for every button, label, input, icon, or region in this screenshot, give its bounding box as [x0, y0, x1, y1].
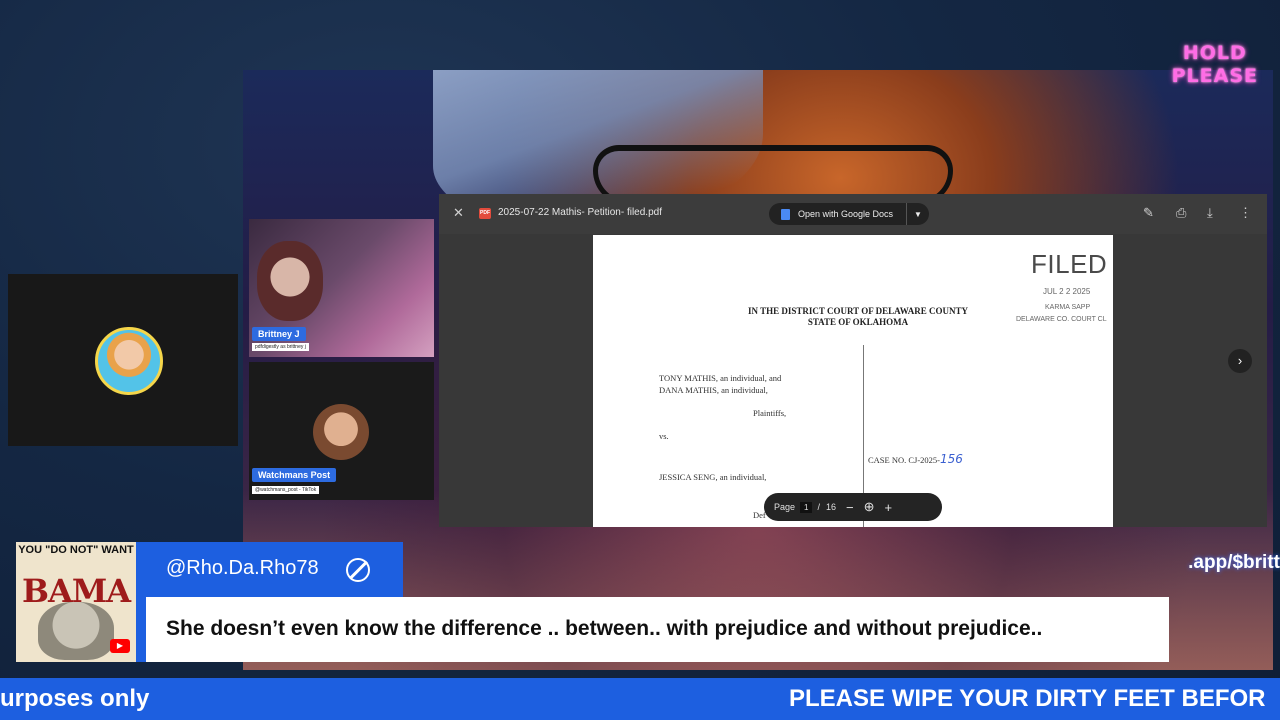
close-icon[interactable]: ✕: [453, 205, 464, 221]
pdf-toolbar: ✕ PDF 2025-07-22 Mathis- Petition- filed…: [439, 194, 1267, 234]
pdf-viewer: ✕ PDF 2025-07-22 Mathis- Petition- filed…: [439, 194, 1267, 527]
pdf-page: FILED JUL 2 2 2025 KARMA SAPP DELAWARE C…: [593, 235, 1113, 527]
chevron-right-icon: ›: [1237, 353, 1243, 368]
page-controls: Page 1 / 16 − ⊕ +: [764, 493, 942, 521]
host-camera-tile: [8, 274, 238, 446]
case-number-label: CASE NO. CJ-2025-: [868, 455, 941, 465]
more-options-icon[interactable]: ⋮: [1239, 205, 1252, 221]
google-docs-icon: [781, 208, 790, 220]
avatar-caption: YOU "DO NOT" WANT: [18, 544, 134, 556]
hold-text: HOLD: [1182, 42, 1247, 64]
guest-video: [257, 241, 323, 321]
case-number: CASE NO. CJ-2025-156: [868, 452, 963, 466]
elephant-icon: [38, 602, 114, 660]
open-with-label: Open with Google Docs: [798, 209, 894, 219]
guest-camera-tile: Watchmans Post @watchmans_post - TikTok: [249, 362, 434, 500]
filed-stamp: FILED: [1031, 249, 1108, 279]
court-line-2: STATE OF OKLAHOMA: [807, 317, 909, 327]
chat-name-bar: @Rho.Da.Rho78: [136, 542, 403, 597]
pdf-file-icon: PDF: [479, 208, 491, 219]
guest-handle: pdfdigestly as brittney j: [252, 343, 309, 351]
download-icon[interactable]: ⤓: [1207, 205, 1213, 221]
guest-handle: @watchmans_post - TikTok: [252, 486, 320, 494]
court-heading: IN THE DISTRICT COURT OF DELAWARE COUNTY…: [693, 306, 1023, 328]
ticker-text-left: urposes only: [0, 685, 150, 712]
plaintiffs-label: Plaintiffs,: [753, 408, 787, 418]
zoom-fit-icon[interactable]: ⊕: [864, 499, 875, 515]
chevron-down-icon[interactable]: ▼: [907, 210, 929, 219]
chat-user-avatar: YOU "DO NOT" WANT BAMA ▶: [16, 542, 136, 662]
stamp-clerk: KARMA SAPP: [1045, 304, 1091, 311]
court-line-1: IN THE DISTRICT COURT OF DELAWARE COUNTY: [748, 306, 968, 316]
stamp-office: DELAWARE CO. COURT CL: [1016, 316, 1107, 323]
open-with-google-docs-button[interactable]: Open with Google Docs ▼: [769, 203, 929, 225]
print-icon[interactable]: ⎙: [1176, 205, 1186, 221]
donation-url: .app/$britt: [1188, 552, 1280, 573]
hold-please-sign: HOLD PLEASE: [1172, 42, 1258, 88]
annotate-icon[interactable]: ✎: [1143, 205, 1154, 221]
case-number-handwritten: 156: [940, 452, 963, 466]
zoom-in-icon[interactable]: +: [885, 500, 893, 515]
guest-camera-tile: Brittney J pdfdigestly as brittney j: [249, 219, 434, 357]
pdf-filename: 2025-07-22 Mathis- Petition- filed.pdf: [498, 207, 662, 218]
zoom-out-icon[interactable]: −: [846, 500, 854, 515]
youtube-icon: ▶: [110, 639, 130, 653]
chat-message-box: She doesn’t even know the difference .. …: [146, 597, 1169, 662]
stamp-date: JUL 2 2 2025: [1043, 287, 1091, 296]
guest-avatar: [313, 404, 369, 460]
host-avatar: [95, 327, 163, 395]
page-label: Page: [774, 502, 796, 512]
next-page-button[interactable]: ›: [1228, 349, 1252, 373]
moderator-icon: [346, 558, 370, 582]
versus-label: vs.: [659, 431, 669, 441]
guest-name-badge: Brittney J: [252, 327, 306, 341]
plaintiff-line-2: DANA MATHIS, an individual,: [659, 385, 768, 395]
page-separator: /: [817, 502, 820, 512]
chat-message: She doesn’t even know the difference .. …: [166, 617, 1043, 640]
total-pages: 16: [826, 502, 837, 512]
page-number-input[interactable]: 1: [800, 501, 813, 513]
chat-username: @Rho.Da.Rho78: [166, 557, 319, 579]
chat-accent-bar: [136, 597, 146, 662]
guest-name-badge: Watchmans Post: [252, 468, 337, 482]
ticker-text-right: PLEASE WIPE YOUR DIRTY FEET BEFOR: [789, 685, 1266, 712]
news-ticker: urposes only PLEASE WIPE YOUR DIRTY FEET…: [0, 678, 1280, 720]
please-text: PLEASE: [1171, 65, 1258, 87]
plaintiff-line-1: TONY MATHIS, an individual, and: [659, 373, 782, 383]
defendant-line: JESSICA SENG, an individual,: [659, 472, 767, 482]
